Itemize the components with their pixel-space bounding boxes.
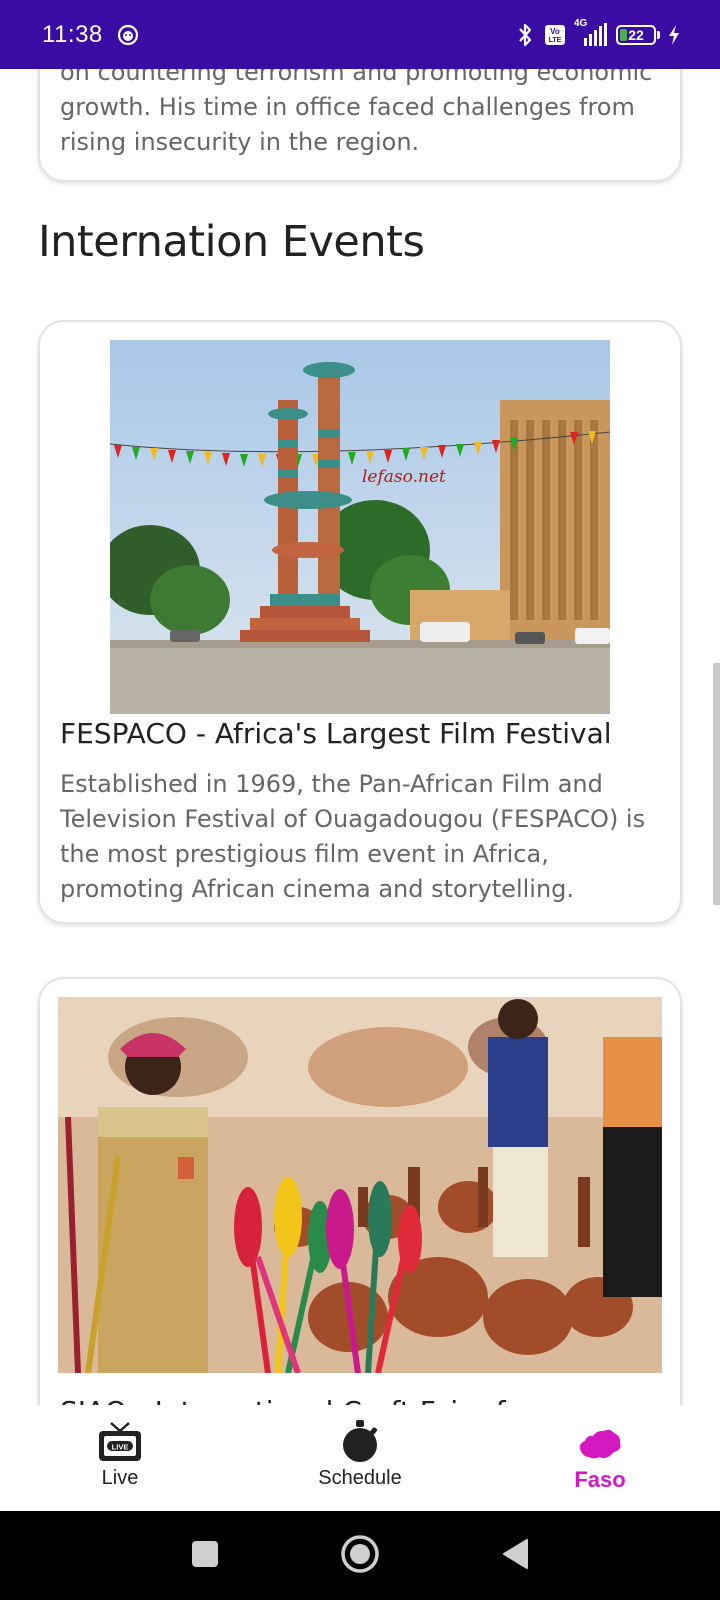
tv-live-icon: LIVE xyxy=(97,1419,143,1463)
home-button[interactable] xyxy=(320,1511,400,1600)
svg-text:LIVE: LIVE xyxy=(112,1443,129,1452)
nav-item-schedule[interactable]: Schedule xyxy=(240,1405,480,1511)
recent-apps-button[interactable] xyxy=(165,1511,245,1600)
event-card-siao[interactable]: SIAO - International Craft Fair of xyxy=(38,977,682,1405)
square-icon xyxy=(191,1540,219,1572)
faso-content-scroll[interactable]: on countering terrorism and promoting ec… xyxy=(0,69,720,1405)
face-notification-icon xyxy=(117,24,139,46)
event-card-fespaco[interactable]: lefaso.net FESPACO - Africa's Largest Fi… xyxy=(38,320,682,924)
back-button[interactable] xyxy=(475,1511,555,1600)
system-navigation-bar xyxy=(0,1511,720,1600)
section-title: Internation Events xyxy=(38,217,425,267)
event-title: SIAO - International Craft Fair of xyxy=(60,1395,660,1405)
burkina-map-icon xyxy=(577,1419,623,1463)
nav-item-live[interactable]: LIVE Live xyxy=(0,1405,240,1511)
nav-label-schedule: Schedule xyxy=(318,1467,402,1489)
card-description: on countering terrorism and promoting ec… xyxy=(60,69,653,156)
image-watermark: lefaso.net xyxy=(362,467,446,487)
previous-leader-card[interactable]: on countering terrorism and promoting ec… xyxy=(38,69,682,182)
nav-label-faso: Faso xyxy=(574,1467,626,1492)
craft-market-image xyxy=(58,997,662,1373)
stopwatch-icon xyxy=(340,1419,380,1463)
status-time: 11:38 xyxy=(42,20,103,48)
svg-text:Vo: Vo xyxy=(550,27,560,36)
status-bar: 11:38 Vo LTE 4G 22 xyxy=(0,0,720,69)
bottom-navigation: LIVE Live Schedule Faso xyxy=(0,1405,720,1511)
home-circle-icon xyxy=(340,1534,380,1578)
nav-label-live: Live xyxy=(101,1467,139,1489)
event-title: FESPACO - Africa's Largest Film Festival xyxy=(60,717,612,750)
fespaco-monument-image: lefaso.net xyxy=(110,340,610,714)
bluetooth-icon xyxy=(514,22,536,48)
battery-icon: 22 xyxy=(616,24,660,45)
event-description: Established in 1969, the Pan-African Fil… xyxy=(60,770,646,903)
back-triangle-icon xyxy=(501,1538,529,1574)
volte-icon: Vo LTE xyxy=(544,24,566,46)
charging-icon xyxy=(668,24,680,46)
signal-icon: 4G xyxy=(574,18,608,48)
scrollbar[interactable] xyxy=(713,663,720,905)
battery-level: 22 xyxy=(628,26,644,43)
svg-text:LTE: LTE xyxy=(549,37,562,44)
nav-item-faso[interactable]: Faso xyxy=(480,1405,720,1511)
network-type-label: 4G xyxy=(574,17,588,29)
